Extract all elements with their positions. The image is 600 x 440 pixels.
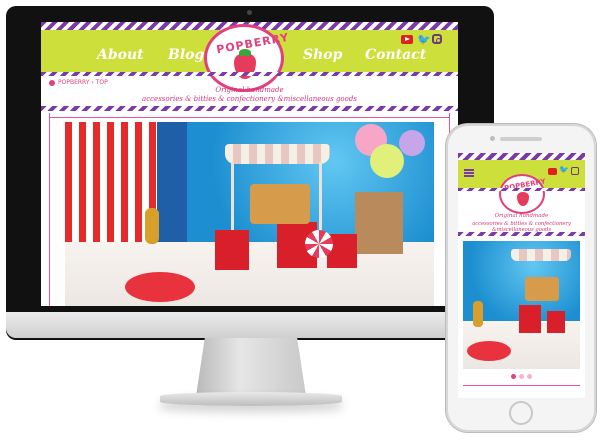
m-content-stripe bbox=[458, 232, 585, 236]
content-stripe bbox=[41, 106, 458, 111]
hero-image[interactable] bbox=[65, 122, 434, 306]
brand-name: POPBERRY bbox=[215, 30, 291, 57]
scene-striped-curtain bbox=[65, 122, 157, 242]
m-tagline-line1: Original handmade bbox=[494, 213, 549, 219]
m-scene-figure bbox=[473, 301, 483, 327]
strawberry-leaf-icon bbox=[239, 49, 251, 56]
brand-logo[interactable]: POPBERRY bbox=[204, 24, 290, 92]
m-scene-red-bag bbox=[547, 311, 565, 333]
carousel-dot[interactable] bbox=[511, 374, 516, 379]
instagram-icon[interactable] bbox=[432, 34, 442, 44]
m-instagram-icon[interactable] bbox=[571, 167, 579, 175]
scene-balloon-lilac bbox=[399, 130, 425, 156]
scene-figure bbox=[145, 208, 159, 244]
left-guide-line bbox=[49, 113, 50, 306]
imac-camera bbox=[247, 10, 252, 15]
m-scene-popcorn bbox=[525, 277, 559, 301]
m-bottom-line bbox=[463, 385, 580, 386]
carousel-dot[interactable] bbox=[527, 374, 532, 379]
scene-red-bag bbox=[215, 230, 249, 270]
nav-blog[interactable]: Blog bbox=[168, 47, 204, 63]
nav-contact[interactable]: Contact bbox=[365, 47, 426, 63]
m-youtube-icon[interactable] bbox=[548, 168, 557, 175]
scene-balloon-yellow bbox=[370, 144, 404, 178]
nav-about[interactable]: About bbox=[97, 47, 144, 63]
m-twitter-icon[interactable]: 🐦 bbox=[559, 165, 569, 174]
scene-booth-roof bbox=[225, 144, 330, 164]
top-guide-line bbox=[49, 117, 450, 118]
m-strawberry-icon bbox=[517, 192, 529, 206]
breadcrumb[interactable]: POPBERRY › TOP bbox=[58, 79, 108, 86]
m-scene-cake-stand bbox=[467, 341, 511, 361]
m-brand-logo[interactable]: POPBERRY bbox=[499, 174, 546, 214]
scene-blue-drape bbox=[157, 122, 187, 247]
carousel-dot[interactable] bbox=[519, 374, 524, 379]
tagline-line2: accessories & bitties & confectionery &m… bbox=[142, 95, 357, 103]
tagline-line1: Original handmade bbox=[215, 86, 284, 94]
nav-shop[interactable]: Shop bbox=[303, 47, 342, 63]
m-scene-booth-roof bbox=[511, 249, 571, 261]
iphone-home-button[interactable] bbox=[509, 401, 533, 425]
menu-icon[interactable] bbox=[464, 169, 474, 177]
iphone-camera bbox=[490, 136, 495, 141]
scene-paper-bag bbox=[355, 192, 403, 254]
twitter-icon[interactable]: 🐦 bbox=[417, 33, 431, 46]
m-hero-image[interactable] bbox=[463, 241, 580, 369]
m-scene-red-bag bbox=[519, 305, 541, 333]
iphone-speaker bbox=[500, 137, 542, 141]
scene-popcorn bbox=[250, 184, 310, 224]
imac-screen: About Blog Shop Contact 🐦 POPBERRY POPBE… bbox=[41, 22, 458, 306]
iphone-screen: 🐦 POPBERRY Original handmade accessories… bbox=[458, 153, 585, 398]
imac-stand-neck bbox=[196, 338, 306, 396]
m-nav-stripe bbox=[458, 188, 585, 191]
m-top-stripe bbox=[458, 153, 585, 160]
youtube-icon[interactable] bbox=[401, 35, 413, 44]
imac-chin bbox=[6, 312, 494, 338]
nav-bottom-stripe bbox=[41, 72, 458, 76]
scene-lollipop bbox=[305, 230, 333, 258]
scene-cake-stand bbox=[125, 272, 195, 302]
imac-stand-base bbox=[160, 392, 342, 406]
